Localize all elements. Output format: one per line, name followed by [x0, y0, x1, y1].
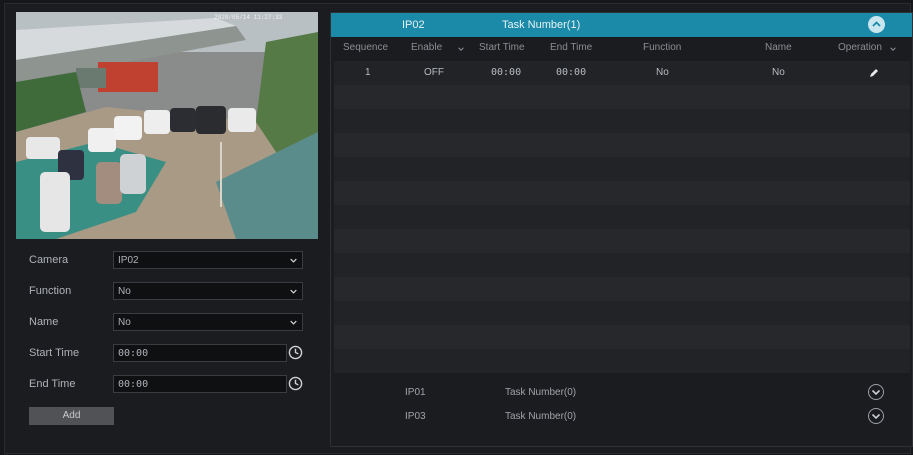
chevron-down-icon [290, 320, 297, 325]
function-value: No [118, 286, 131, 297]
camera-row: Camera IP02 [29, 251, 309, 271]
camera-select[interactable]: IP02 [113, 251, 303, 269]
collapse-icon[interactable] [868, 16, 885, 33]
app-frame: 2020/05/14 11:27:33 Camera IP02 Function… [4, 3, 913, 454]
chevron-down-icon [290, 289, 297, 294]
cell-end-time: 00:00 [556, 67, 587, 78]
empty-row [334, 85, 910, 109]
camera-label: Camera [29, 254, 69, 266]
end-time-row: End Time 00:00 [29, 375, 309, 395]
empty-row [334, 133, 910, 157]
preview-timestamp: 2020/05/14 11:27:33 [214, 14, 283, 21]
empty-row [334, 325, 910, 349]
group-header-active[interactable]: IP02 Task Number(1) [331, 13, 912, 37]
camera-image: 2020/05/14 11:27:33 [16, 12, 318, 239]
col-operation: Operation [838, 42, 882, 53]
cell-start-time: 00:00 [491, 67, 522, 78]
empty-row [334, 349, 910, 373]
chevron-down-icon[interactable] [890, 46, 896, 52]
table-header: Sequence Enable Start Time End Time Func… [334, 37, 912, 58]
group-header-ip01[interactable]: IP01 Task Number(0) [334, 381, 910, 405]
group-task-count: Task Number(1) [502, 19, 581, 31]
group-ip: IP01 [405, 387, 426, 398]
group-task-count: Task Number(0) [505, 387, 577, 398]
empty-row [334, 301, 910, 325]
empty-row [334, 229, 910, 253]
group-ip: IP03 [405, 411, 426, 422]
start-time-input[interactable]: 00:00 [113, 344, 287, 362]
col-name: Name [765, 42, 792, 53]
expand-icon[interactable] [868, 408, 884, 424]
chevron-down-icon[interactable] [458, 46, 464, 52]
chevron-down-icon [290, 258, 297, 263]
name-select[interactable]: No [113, 313, 303, 331]
end-time-label: End Time [29, 378, 76, 390]
empty-row [334, 157, 910, 181]
clock-icon[interactable] [288, 376, 303, 391]
clock-icon[interactable] [288, 345, 303, 360]
camera-value: IP02 [118, 255, 139, 266]
end-time-input[interactable]: 00:00 [113, 375, 287, 393]
cell-name: No [772, 67, 785, 78]
camera-preview: 2020/05/14 11:27:33 [16, 12, 318, 239]
start-time-row: Start Time 00:00 [29, 344, 309, 364]
group-ip: IP02 [402, 19, 425, 31]
cell-enable: OFF [424, 67, 444, 78]
name-label: Name [29, 316, 59, 328]
empty-row [334, 277, 910, 301]
add-button[interactable]: Add [29, 407, 114, 425]
edit-icon[interactable] [868, 67, 880, 79]
col-sequence: Sequence [343, 42, 389, 53]
col-end-time: End Time [550, 42, 593, 53]
empty-row [334, 109, 910, 133]
task-panel: IP02 Task Number(1) Sequence Enable Star… [330, 12, 913, 447]
group-header-ip03[interactable]: IP03 Task Number(0) [334, 405, 910, 429]
expand-icon[interactable] [868, 384, 884, 400]
name-value: No [118, 317, 131, 328]
name-row: Name No [29, 313, 309, 333]
function-select[interactable]: No [113, 282, 303, 300]
function-label: Function [29, 285, 72, 297]
cell-sequence: 1 [365, 67, 371, 78]
col-start-time: Start Time [479, 42, 525, 53]
empty-row [334, 253, 910, 277]
function-row: Function No [29, 282, 309, 302]
col-function: Function [643, 42, 682, 53]
group-task-count: Task Number(0) [505, 411, 577, 422]
table-row[interactable]: 1 OFF 00:00 00:00 No No [334, 61, 910, 85]
empty-row [334, 205, 910, 229]
empty-row [334, 181, 910, 205]
col-enable: Enable [411, 42, 443, 53]
start-time-label: Start Time [29, 347, 80, 359]
cell-function: No [656, 67, 669, 78]
